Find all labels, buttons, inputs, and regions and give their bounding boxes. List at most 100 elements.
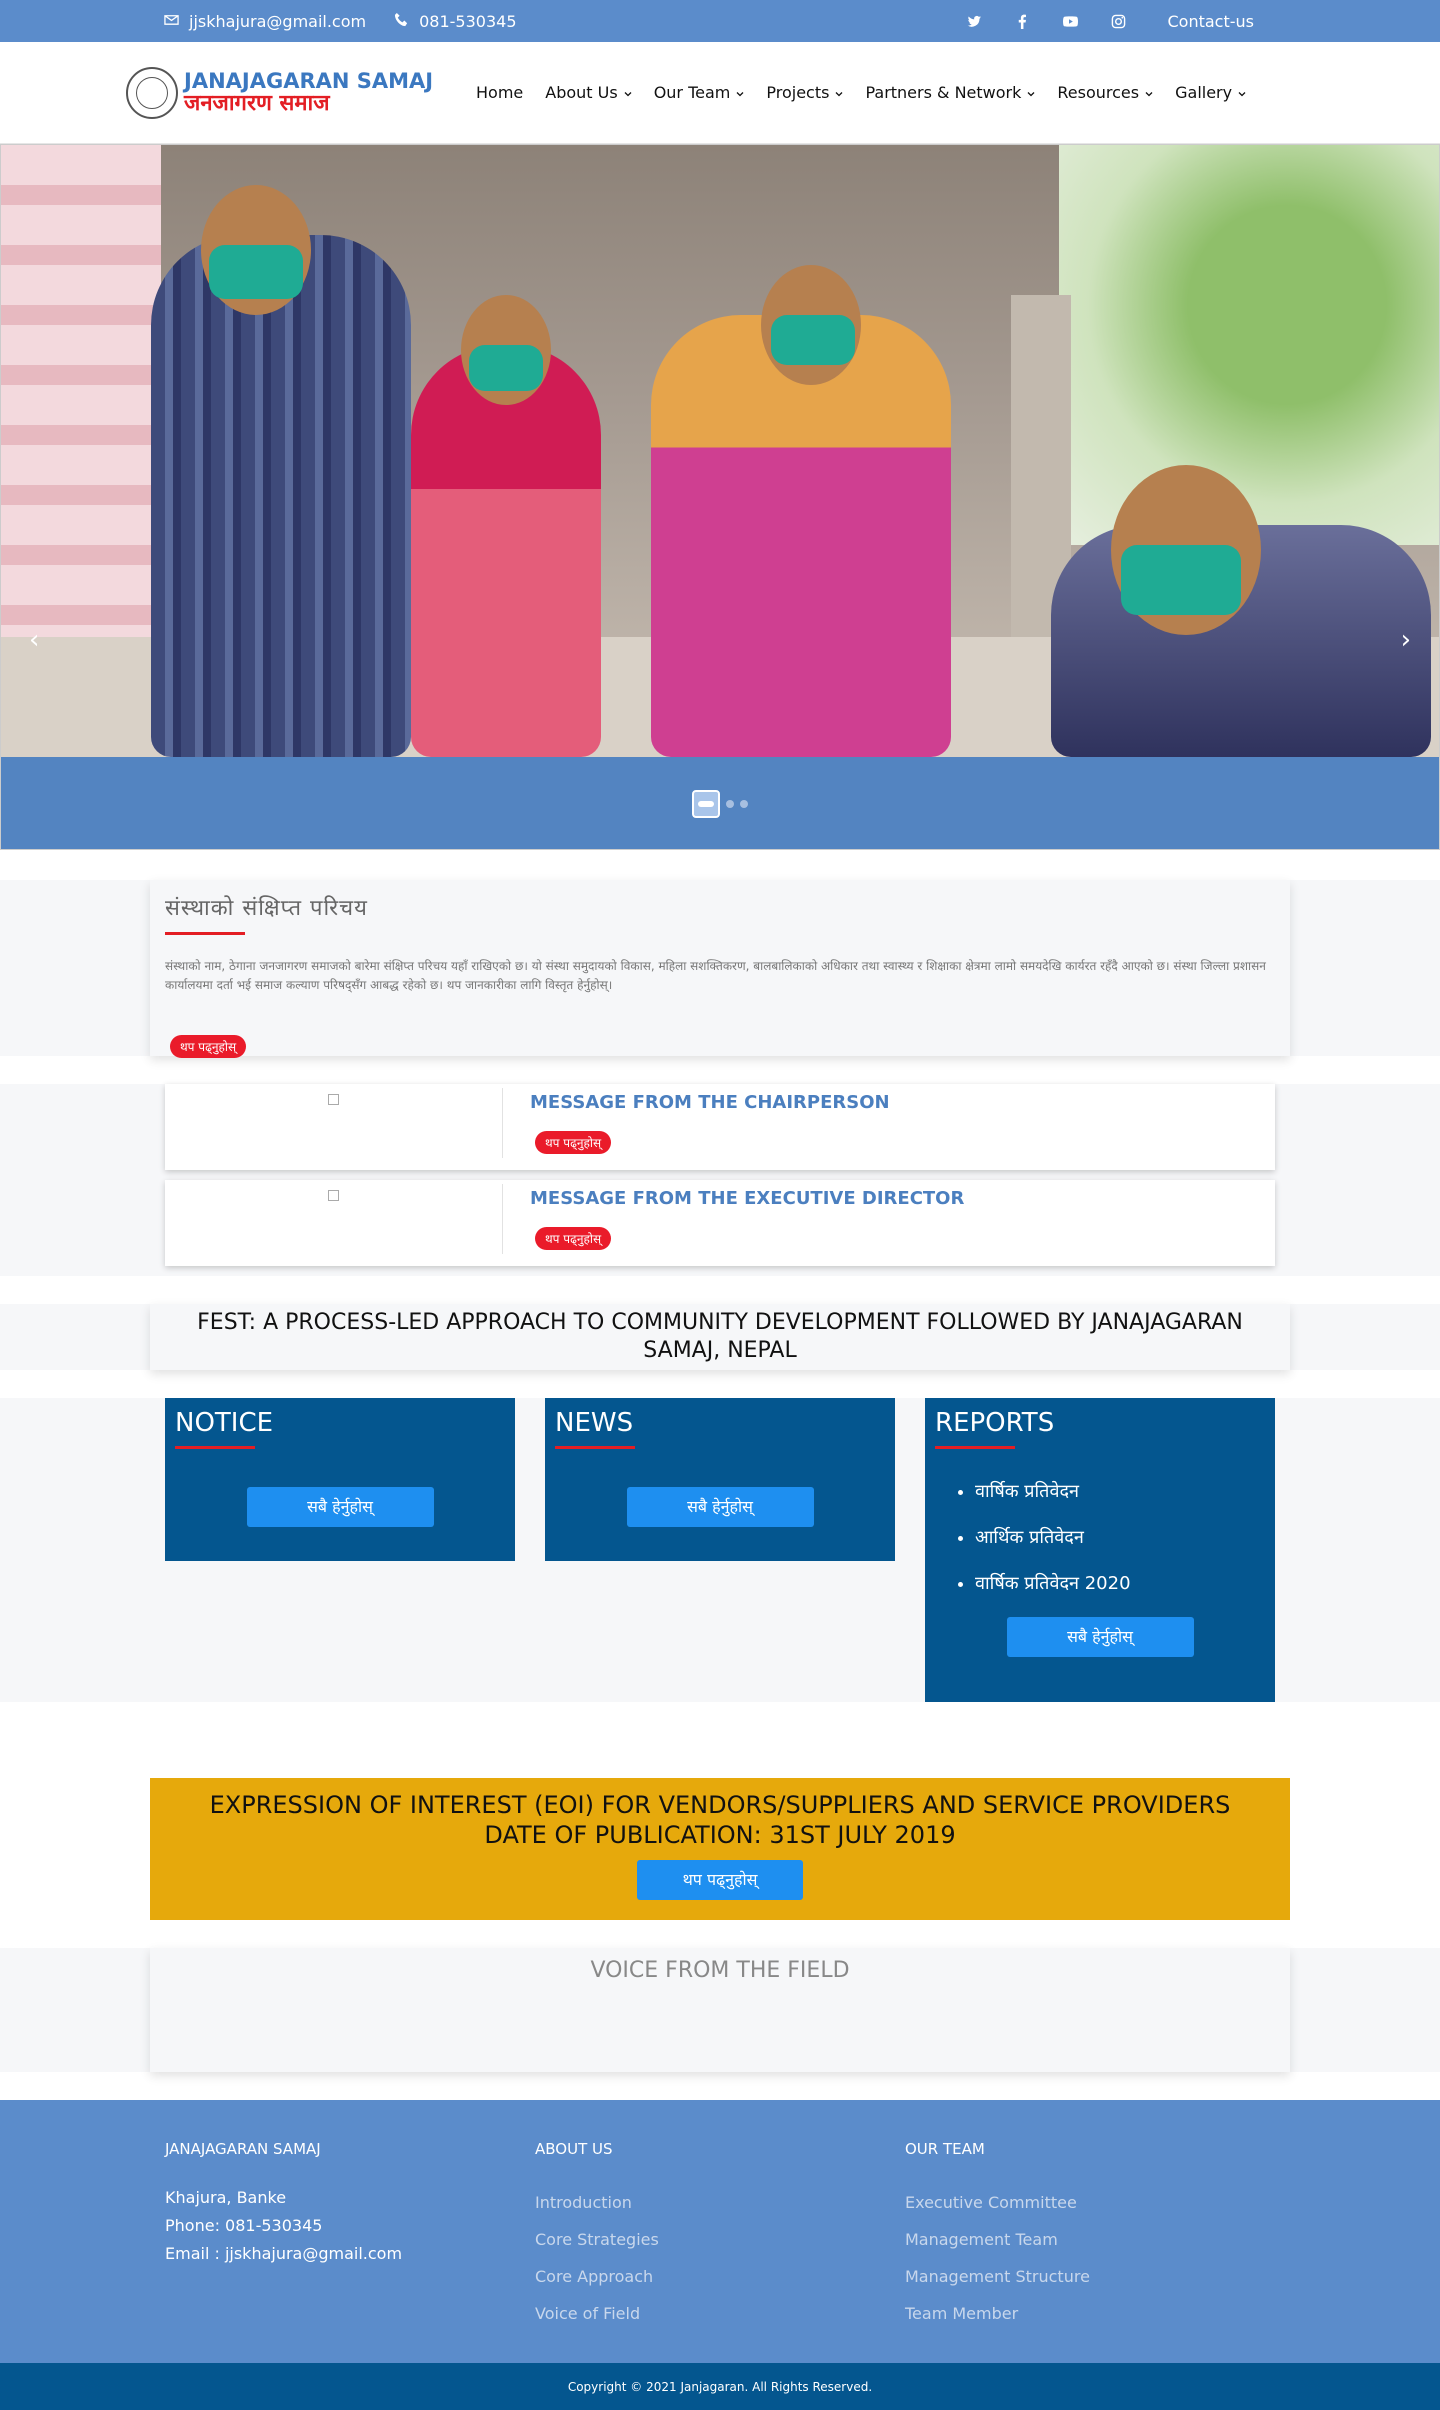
footer-link[interactable]: Executive Committee (905, 2184, 1275, 2221)
message-title[interactable]: MESSAGE FROM THE EXECUTIVE DIRECTOR (530, 1188, 964, 1209)
chevron-down-icon (835, 83, 843, 102)
reports-view-all-button[interactable]: सबै हेर्नुहोस् (1006, 1617, 1194, 1657)
message-read-more-button[interactable]: थप पढ्नुहोस् (535, 1131, 612, 1154)
footer-link[interactable]: Team Member (905, 2295, 1275, 2332)
message-card-chairperson: MESSAGE FROM THE CHAIRPERSON थप पढ्नुहोस… (165, 1084, 1275, 1170)
fest-title: FEST: A PROCESS-LED APPROACH TO COMMUNIT… (150, 1304, 1290, 1370)
footer-about: ABOUT US Introduction Core Strategies Co… (535, 2140, 905, 2363)
chairperson-photo (165, 1088, 503, 1158)
reports-panel: REPORTS वार्षिक प्रतिवेदन आर्थिक प्रतिवे… (925, 1398, 1275, 1702)
messages-wrapper: MESSAGE FROM THE CHAIRPERSON थप पढ्नुहोस… (150, 1084, 1290, 1276)
nav-item-label: Our Team (653, 83, 731, 102)
intro-read-more-button[interactable]: थप पढ्नुहोस् (170, 1035, 247, 1058)
youtube-icon[interactable] (1062, 12, 1080, 30)
carousel-dot[interactable] (740, 800, 748, 808)
site-header: JANAJAGARAN SAMAJ जनजागरण समाज Home About… (0, 42, 1440, 144)
footer-org: JANAJAGARAN SAMAJ Khajura, Banke Phone: … (165, 2140, 535, 2363)
chevron-down-icon (624, 83, 632, 102)
topbar-contact: jjskhajura@gmail.com 081-530345 (164, 12, 517, 31)
site-footer: JANAJAGARAN SAMAJ Khajura, Banke Phone: … (0, 2100, 1440, 2363)
title-underline (165, 932, 245, 935)
intro-text: संस्थाको नाम, ठेगाना जनजागरण समाजको बारे… (165, 959, 1266, 992)
carousel-dot[interactable] (726, 800, 734, 808)
executive-director-photo (165, 1184, 503, 1254)
topbar-phone[interactable]: 081-530345 (394, 11, 517, 31)
news-view-all-button[interactable]: सबै हेर्नुहोस् (626, 1487, 814, 1527)
footer-link[interactable]: Management Team (905, 2221, 1275, 2258)
instagram-icon[interactable] (1110, 12, 1128, 30)
footer-link[interactable]: Introduction (535, 2184, 905, 2221)
message-card-executive-director: MESSAGE FROM THE EXECUTIVE DIRECTOR थप प… (165, 1180, 1275, 1266)
footer-link[interactable]: Core Strategies (535, 2221, 905, 2258)
logo-text-np: जनजागरण समाज (184, 90, 330, 116)
topbar-phone-text: 081-530345 (419, 11, 517, 31)
voice-section: VOICE FROM THE FIELD (0, 1948, 1440, 2072)
footer-link[interactable]: Core Approach (535, 2258, 905, 2295)
nav-item-projects[interactable]: Projects (766, 83, 843, 102)
carousel-indicators (1, 757, 1439, 849)
voice-title: VOICE FROM THE FIELD (150, 1948, 1290, 2072)
nav-item-home[interactable]: Home (476, 83, 523, 102)
envelope-icon (164, 12, 179, 31)
reports-list: वार्षिक प्रतिवेदन आर्थिक प्रतिवेदन वार्ष… (935, 1479, 1265, 1595)
footer-link[interactable]: Voice of Field (535, 2295, 905, 2332)
message-read-more-button[interactable]: थप पढ्नुहोस् (535, 1227, 612, 1250)
messages-section: MESSAGE FROM THE CHAIRPERSON थप पढ्नुहोस… (0, 1084, 1440, 1276)
nav-item-resources[interactable]: Resources (1057, 83, 1153, 102)
topbar: jjskhajura@gmail.com 081-530345 Contact-… (0, 0, 1440, 42)
nav-item-label: Projects (766, 83, 830, 102)
nav-item-label: Resources (1057, 83, 1140, 102)
nav-item-about-us[interactable]: About Us (545, 83, 632, 102)
intro-section: संस्थाको संक्षिप्त परिचय संस्थाको नाम, ठ… (0, 880, 1440, 1058)
report-item[interactable]: वार्षिक प्रतिवेदन (975, 1479, 1265, 1503)
phone-icon (394, 12, 409, 31)
notice-view-all-button[interactable]: सबै हेर्नुहोस् (246, 1487, 434, 1527)
report-item[interactable]: आर्थिक प्रतिवेदन (975, 1525, 1265, 1549)
carousel-dot[interactable] (692, 790, 720, 818)
footer-email: Email : jjskhajura@gmail.com (165, 2244, 403, 2263)
intro-title: संस्थाको संक्षिप्त परिचय (165, 896, 368, 921)
nav-item-label: Gallery (1175, 83, 1233, 102)
chevron-down-icon (1238, 83, 1246, 102)
eoi-section: EXPRESSION OF INTEREST (EOI) FOR VENDORS… (0, 1778, 1440, 1920)
broken-image-icon (328, 1190, 339, 1201)
nav-item-label: Partners & Network (865, 83, 1022, 102)
footer-link[interactable]: Management Structure (905, 2258, 1275, 2295)
nav-item-gallery[interactable]: Gallery (1175, 83, 1246, 102)
hero-carousel: ‹ › (0, 144, 1440, 850)
topbar-email[interactable]: jjskhajura@gmail.com (164, 12, 366, 31)
footer-phone: Phone: 081-530345 (165, 2216, 323, 2235)
carousel-prev-icon[interactable]: ‹ (29, 625, 39, 655)
message-title[interactable]: MESSAGE FROM THE CHAIRPERSON (530, 1092, 890, 1113)
nav-item-label: Home (476, 83, 524, 102)
nav-item-partners-network[interactable]: Partners & Network (865, 83, 1035, 102)
intro-card: संस्थाको संक्षिप्त परिचय संस्थाको नाम, ठ… (150, 880, 1290, 1058)
facebook-icon[interactable] (1014, 12, 1032, 30)
chevron-down-icon (736, 83, 744, 102)
nav-item-our-team[interactable]: Our Team (654, 83, 745, 102)
reports-title: REPORTS (935, 1408, 1055, 1438)
social-links (966, 12, 1128, 30)
title-underline (175, 1446, 255, 1449)
eoi-read-more-button[interactable]: थप पढ्नुहोस् (637, 1860, 803, 1900)
site-logo[interactable]: JANAJAGARAN SAMAJ जनजागरण समाज (126, 66, 476, 119)
main-nav: Home About Us Our Team Projects Partners & N… (476, 83, 1246, 102)
eoi-banner: EXPRESSION OF INTEREST (EOI) FOR VENDORS… (150, 1778, 1290, 1920)
contact-us-link[interactable]: Contact-us (1168, 12, 1255, 31)
broken-image-icon (328, 1094, 339, 1105)
fest-section: FEST: A PROCESS-LED APPROACH TO COMMUNIT… (0, 1304, 1440, 1370)
eoi-title: EXPRESSION OF INTEREST (EOI) FOR VENDORS… (209, 1791, 1231, 1849)
notice-title: NOTICE (175, 1408, 274, 1438)
news-title: NEWS (555, 1408, 634, 1438)
topbar-right: Contact-us (966, 12, 1255, 31)
twitter-icon[interactable] (966, 12, 984, 30)
title-underline (555, 1446, 635, 1449)
carousel-next-icon[interactable]: › (1401, 625, 1411, 655)
report-item[interactable]: वार्षिक प्रतिवेदन 2020 (975, 1571, 1265, 1595)
notice-panel: NOTICE सबै हेर्नुहोस् (165, 1398, 515, 1561)
logo-seal (126, 66, 178, 119)
copyright: Copyright © 2021 Janjagaran. All Rights … (0, 2363, 1440, 2410)
news-panel: NEWS सबै हेर्नुहोस् (545, 1398, 895, 1561)
topbar-email-text: jjskhajura@gmail.com (189, 11, 367, 31)
footer-about-title: ABOUT US (535, 2140, 613, 2158)
